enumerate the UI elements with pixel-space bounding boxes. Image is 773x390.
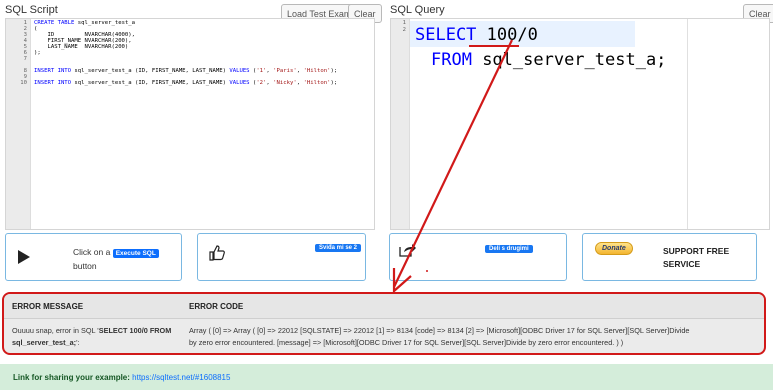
share-link-bar: Link for sharing your example: https://s… bbox=[0, 364, 773, 390]
error-table: ERROR MESSAGE ERROR CODE Ouuuu snap, err… bbox=[2, 292, 766, 355]
error-code-header: ERROR CODE bbox=[189, 302, 244, 311]
share-url-link[interactable]: https://sqltest.net/#1608815 bbox=[132, 373, 230, 382]
error-message-header: ERROR MESSAGE bbox=[12, 302, 84, 311]
error-code-cell: Array ( [0] => Array ( [0] => 22012 [SQL… bbox=[189, 326, 690, 347]
share-link-text: Link for sharing your example: https://s… bbox=[13, 373, 231, 382]
error-message-cell: Ouuuu snap, error in SQL 'SELECT 100/0 F… bbox=[12, 326, 172, 347]
error-table-header bbox=[4, 294, 764, 319]
